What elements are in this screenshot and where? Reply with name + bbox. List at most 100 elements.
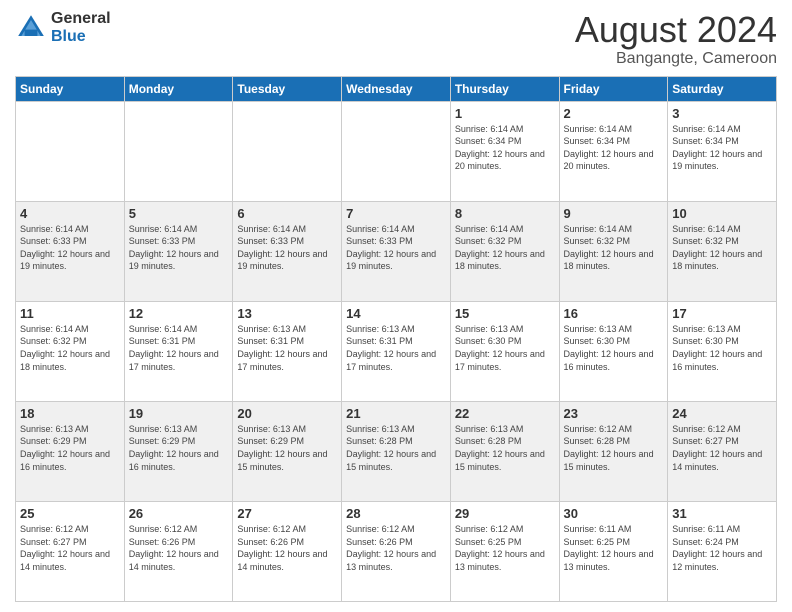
day-info: Sunrise: 6:14 AM Sunset: 6:33 PM Dayligh… xyxy=(129,223,229,273)
day-number: 26 xyxy=(129,506,229,521)
table-row: 19Sunrise: 6:13 AM Sunset: 6:29 PM Dayli… xyxy=(124,401,233,501)
day-info: Sunrise: 6:14 AM Sunset: 6:33 PM Dayligh… xyxy=(346,223,446,273)
table-row xyxy=(124,101,233,201)
day-number: 29 xyxy=(455,506,555,521)
day-info: Sunrise: 6:14 AM Sunset: 6:34 PM Dayligh… xyxy=(455,123,555,173)
logo-icon xyxy=(15,12,47,44)
logo: General Blue xyxy=(15,10,111,45)
table-row: 27Sunrise: 6:12 AM Sunset: 6:26 PM Dayli… xyxy=(233,501,342,601)
title-section: August 2024 Bangangte, Cameroon xyxy=(575,10,777,68)
day-number: 21 xyxy=(346,406,446,421)
day-info: Sunrise: 6:13 AM Sunset: 6:30 PM Dayligh… xyxy=(564,323,664,373)
table-row: 18 Sunrise: 6:13 AM Sunset: 6:29 PM Dayli… xyxy=(16,401,125,501)
day-number: 16 xyxy=(564,306,664,321)
day-number: 1 xyxy=(455,106,555,121)
table-row: 1 Sunrise: 6:14 AM Sunset: 6:34 PM Daylig… xyxy=(450,101,559,201)
day-number: 24 xyxy=(672,406,772,421)
calendar-week-row: 1 Sunrise: 6:14 AM Sunset: 6:34 PM Daylig… xyxy=(16,101,777,201)
day-number: 2 xyxy=(564,106,664,121)
day-number: 23 xyxy=(564,406,664,421)
table-row: 9Sunrise: 6:14 AM Sunset: 6:32 PM Daylig… xyxy=(559,201,668,301)
col-sunday: Sunday xyxy=(16,76,125,101)
table-row: 29 Sunrise: 6:12 AM Sunset: 6:25 PM Dayli… xyxy=(450,501,559,601)
day-number: 30 xyxy=(564,506,664,521)
day-info: Sunrise: 6:11 AM Sunset: 6:25 PM Dayligh… xyxy=(564,523,664,573)
day-number: 28 xyxy=(346,506,446,521)
day-number: 20 xyxy=(237,406,337,421)
day-info: Sunrise: 6:13 AM Sunset: 6:30 PM Dayligh… xyxy=(672,323,772,373)
logo-text: General Blue xyxy=(51,10,111,45)
table-row: 8 Sunrise: 6:14 AM Sunset: 6:32 PM Daylig… xyxy=(450,201,559,301)
day-number: 17 xyxy=(672,306,772,321)
table-row: 17 Sunrise: 6:13 AM Sunset: 6:30 PM Dayli… xyxy=(668,301,777,401)
calendar-table: Sunday Monday Tuesday Wednesday Thursday… xyxy=(15,76,777,602)
day-info: Sunrise: 6:14 AM Sunset: 6:32 PM Dayligh… xyxy=(672,223,772,273)
table-row: 21 Sunrise: 6:13 AM Sunset: 6:28 PM Dayli… xyxy=(342,401,451,501)
day-number: 14 xyxy=(346,306,446,321)
table-row: 14 Sunrise: 6:13 AM Sunset: 6:31 PM Dayli… xyxy=(342,301,451,401)
table-row xyxy=(16,101,125,201)
col-friday: Friday xyxy=(559,76,668,101)
table-row: 15 Sunrise: 6:13 AM Sunset: 6:30 PM Dayli… xyxy=(450,301,559,401)
table-row: 3Sunrise: 6:14 AM Sunset: 6:34 PM Daylig… xyxy=(668,101,777,201)
logo-general-text: General xyxy=(51,10,111,28)
day-number: 18 xyxy=(20,406,120,421)
table-row: 5Sunrise: 6:14 AM Sunset: 6:33 PM Daylig… xyxy=(124,201,233,301)
calendar-week-row: 11Sunrise: 6:14 AM Sunset: 6:32 PM Dayli… xyxy=(16,301,777,401)
table-row: 23 Sunrise: 6:12 AM Sunset: 6:28 PM Dayli… xyxy=(559,401,668,501)
day-info: Sunrise: 6:13 AM Sunset: 6:28 PM Dayligh… xyxy=(346,423,446,473)
table-row: 7 Sunrise: 6:14 AM Sunset: 6:33 PM Daylig… xyxy=(342,201,451,301)
table-row xyxy=(233,101,342,201)
table-row: 10 Sunrise: 6:14 AM Sunset: 6:32 PM Dayli… xyxy=(668,201,777,301)
table-row: 31 Sunrise: 6:11 AM Sunset: 6:24 PM Dayli… xyxy=(668,501,777,601)
col-wednesday: Wednesday xyxy=(342,76,451,101)
day-info: Sunrise: 6:13 AM Sunset: 6:29 PM Dayligh… xyxy=(20,423,120,473)
table-row: 25 Sunrise: 6:12 AM Sunset: 6:27 PM Dayli… xyxy=(16,501,125,601)
day-info: Sunrise: 6:14 AM Sunset: 6:34 PM Dayligh… xyxy=(672,123,772,173)
day-info: Sunrise: 6:14 AM Sunset: 6:31 PM Dayligh… xyxy=(129,323,229,373)
table-row: 11Sunrise: 6:14 AM Sunset: 6:32 PM Dayli… xyxy=(16,301,125,401)
calendar-week-row: 25 Sunrise: 6:12 AM Sunset: 6:27 PM Dayli… xyxy=(16,501,777,601)
day-number: 27 xyxy=(237,506,337,521)
day-number: 7 xyxy=(346,206,446,221)
col-tuesday: Tuesday xyxy=(233,76,342,101)
day-info: Sunrise: 6:14 AM Sunset: 6:33 PM Dayligh… xyxy=(237,223,337,273)
day-info: Sunrise: 6:12 AM Sunset: 6:28 PM Dayligh… xyxy=(564,423,664,473)
table-row: 13 Sunrise: 6:13 AM Sunset: 6:31 PM Dayli… xyxy=(233,301,342,401)
col-thursday: Thursday xyxy=(450,76,559,101)
day-number: 10 xyxy=(672,206,772,221)
table-row: 30 Sunrise: 6:11 AM Sunset: 6:25 PM Dayli… xyxy=(559,501,668,601)
day-info: Sunrise: 6:12 AM Sunset: 6:26 PM Dayligh… xyxy=(129,523,229,573)
day-info: Sunrise: 6:14 AM Sunset: 6:32 PM Dayligh… xyxy=(455,223,555,273)
table-row: 24 Sunrise: 6:12 AM Sunset: 6:27 PM Dayli… xyxy=(668,401,777,501)
day-info: Sunrise: 6:13 AM Sunset: 6:31 PM Dayligh… xyxy=(346,323,446,373)
table-row: 28Sunrise: 6:12 AM Sunset: 6:26 PM Dayli… xyxy=(342,501,451,601)
calendar-week-row: 18 Sunrise: 6:13 AM Sunset: 6:29 PM Dayli… xyxy=(16,401,777,501)
day-info: Sunrise: 6:13 AM Sunset: 6:31 PM Dayligh… xyxy=(237,323,337,373)
day-number: 13 xyxy=(237,306,337,321)
main-title: August 2024 xyxy=(575,10,777,50)
day-number: 25 xyxy=(20,506,120,521)
day-info: Sunrise: 6:13 AM Sunset: 6:29 PM Dayligh… xyxy=(237,423,337,473)
day-number: 8 xyxy=(455,206,555,221)
day-number: 15 xyxy=(455,306,555,321)
day-info: Sunrise: 6:13 AM Sunset: 6:28 PM Dayligh… xyxy=(455,423,555,473)
day-number: 31 xyxy=(672,506,772,521)
day-info: Sunrise: 6:12 AM Sunset: 6:25 PM Dayligh… xyxy=(455,523,555,573)
calendar-header-row: Sunday Monday Tuesday Wednesday Thursday… xyxy=(16,76,777,101)
day-number: 12 xyxy=(129,306,229,321)
day-info: Sunrise: 6:14 AM Sunset: 6:33 PM Dayligh… xyxy=(20,223,120,273)
day-info: Sunrise: 6:14 AM Sunset: 6:34 PM Dayligh… xyxy=(564,123,664,173)
table-row: 22Sunrise: 6:13 AM Sunset: 6:28 PM Dayli… xyxy=(450,401,559,501)
day-info: Sunrise: 6:13 AM Sunset: 6:30 PM Dayligh… xyxy=(455,323,555,373)
table-row: 16 Sunrise: 6:13 AM Sunset: 6:30 PM Dayli… xyxy=(559,301,668,401)
day-info: Sunrise: 6:12 AM Sunset: 6:27 PM Dayligh… xyxy=(672,423,772,473)
day-number: 11 xyxy=(20,306,120,321)
day-info: Sunrise: 6:14 AM Sunset: 6:32 PM Dayligh… xyxy=(564,223,664,273)
table-row: 6Sunrise: 6:14 AM Sunset: 6:33 PM Daylig… xyxy=(233,201,342,301)
day-info: Sunrise: 6:11 AM Sunset: 6:24 PM Dayligh… xyxy=(672,523,772,573)
calendar-week-row: 4Sunrise: 6:14 AM Sunset: 6:33 PM Daylig… xyxy=(16,201,777,301)
col-monday: Monday xyxy=(124,76,233,101)
table-row: 20 Sunrise: 6:13 AM Sunset: 6:29 PM Dayli… xyxy=(233,401,342,501)
day-info: Sunrise: 6:12 AM Sunset: 6:27 PM Dayligh… xyxy=(20,523,120,573)
